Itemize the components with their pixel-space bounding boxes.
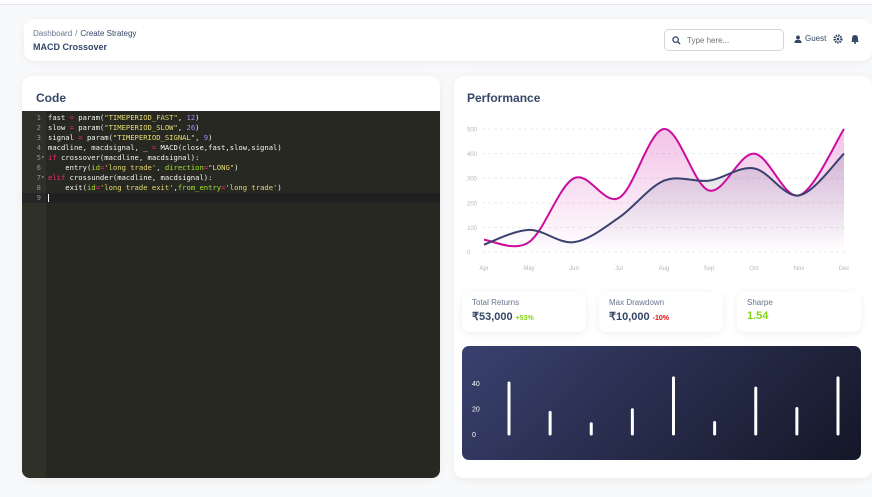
stat-value: 1.54 (747, 310, 769, 322)
x-tick-label: Sep (704, 266, 715, 272)
x-tick-label: Jul (615, 266, 623, 272)
stat-max-drawdown: Max Drawdown ₹10,000 -10% (599, 292, 723, 332)
stat-value: ₹53,000 +53% (472, 310, 534, 323)
fold-arrow-icon[interactable]: ▾ (41, 153, 47, 163)
stat-label: Max Drawdown (609, 298, 665, 307)
x-tick-label: May (523, 266, 534, 272)
line-number: 9 (36, 193, 41, 202)
stat-change: -10% (652, 315, 669, 322)
stat-sharpe: Sharpe 1.54 (737, 292, 861, 332)
breadcrumb-separator: / (75, 29, 78, 38)
line-number: 1 (36, 113, 41, 122)
line-number: 2 (36, 123, 41, 132)
x-tick-label: Nov (794, 266, 805, 272)
y-tick-label: 300 (467, 177, 478, 183)
line-number: 7 (36, 173, 41, 182)
stat-total-returns: Total Returns ₹53,000 +53% (462, 292, 586, 332)
user-signin[interactable]: Guest (794, 34, 826, 43)
bar-chart-card: 0 20 40 (462, 346, 861, 460)
active-line-highlight (22, 193, 440, 203)
stat-value: ₹10,000 -10% (609, 310, 669, 323)
text-cursor (48, 194, 49, 202)
search-icon (672, 35, 681, 45)
y-tick-label: 100 (467, 226, 478, 232)
y-tick-label: 0 (472, 432, 476, 439)
bar-chart: 0 20 40 (472, 376, 840, 439)
gear-icon[interactable] (833, 34, 843, 44)
line-number: 5 (36, 153, 41, 162)
fold-arrow-icon[interactable]: ▾ (41, 173, 47, 183)
breadcrumb-current: Create Strategy (80, 29, 137, 38)
y-tick-label: 400 (467, 152, 478, 158)
line-number: 8 (36, 183, 41, 192)
x-tick-label: Dec (839, 266, 850, 272)
performance-card-title: Performance (467, 91, 541, 105)
page-header: Dashboard / Create Strategy MACD Crossover… (24, 19, 872, 61)
y-tick-label: 20 (472, 407, 480, 414)
stat-label: Total Returns (472, 298, 520, 307)
code-text: exit(id='long trade exit',from_entry='lo… (48, 183, 282, 192)
stat-value-text: ₹53,000 (472, 311, 513, 323)
code-text: fast = param("TIMEPERIOD_FAST", 12) (48, 113, 200, 122)
page-title: MACD Crossover (33, 42, 108, 52)
code-card-title: Code (36, 91, 66, 105)
stat-label: Sharpe (747, 298, 773, 307)
user-label: Guest (805, 34, 827, 43)
x-tick-label: Jun (569, 266, 579, 272)
top-border (0, 0, 872, 5)
y-tick-label: 0 (467, 251, 471, 257)
code-text: signal = param("TIMEPERIOD_SIGNAL", 9) (48, 133, 213, 142)
search-box[interactable] (664, 29, 784, 51)
x-tick-label: Apr (479, 266, 488, 272)
x-tick-label: Aug (659, 266, 670, 272)
line-number: 3 (36, 133, 41, 142)
y-tick-label: 200 (467, 201, 478, 207)
performance-line-chart: 0 100 200 300 400 500 Apr May Jun Jul Aug Sep Oct Nov… (467, 128, 850, 273)
stat-value-text: ₹10,000 (609, 311, 650, 323)
code-text: slow = param("TIMEPERIOD_SLOW", 26) (48, 123, 200, 132)
user-icon (794, 34, 802, 43)
code-text: macdline, macdsignal, _ = MACD(close,fas… (48, 143, 282, 152)
stat-change: +53% (515, 315, 534, 322)
y-tick-label: 40 (472, 381, 480, 388)
breadcrumb: Dashboard / Create Strategy (33, 29, 136, 38)
search-input[interactable] (687, 35, 775, 45)
breadcrumb-dashboard[interactable]: Dashboard (33, 29, 72, 38)
y-tick-label: 500 (467, 128, 478, 134)
code-editor[interactable]: 1 fast = param("TIMEPERIOD_FAST", 12) 2 slo… (22, 111, 440, 478)
bell-icon[interactable] (850, 34, 860, 44)
code-text: if crossover(macdline, macdsignal): (48, 153, 200, 162)
line-number: 6 (36, 163, 41, 172)
code-text: elif crossunder(macdline, macdsignal): (48, 173, 213, 182)
line-number: 4 (36, 143, 41, 152)
x-tick-label: Oct (749, 266, 759, 272)
code-text: entry(id='long trade', direction="LONG") (48, 163, 239, 172)
